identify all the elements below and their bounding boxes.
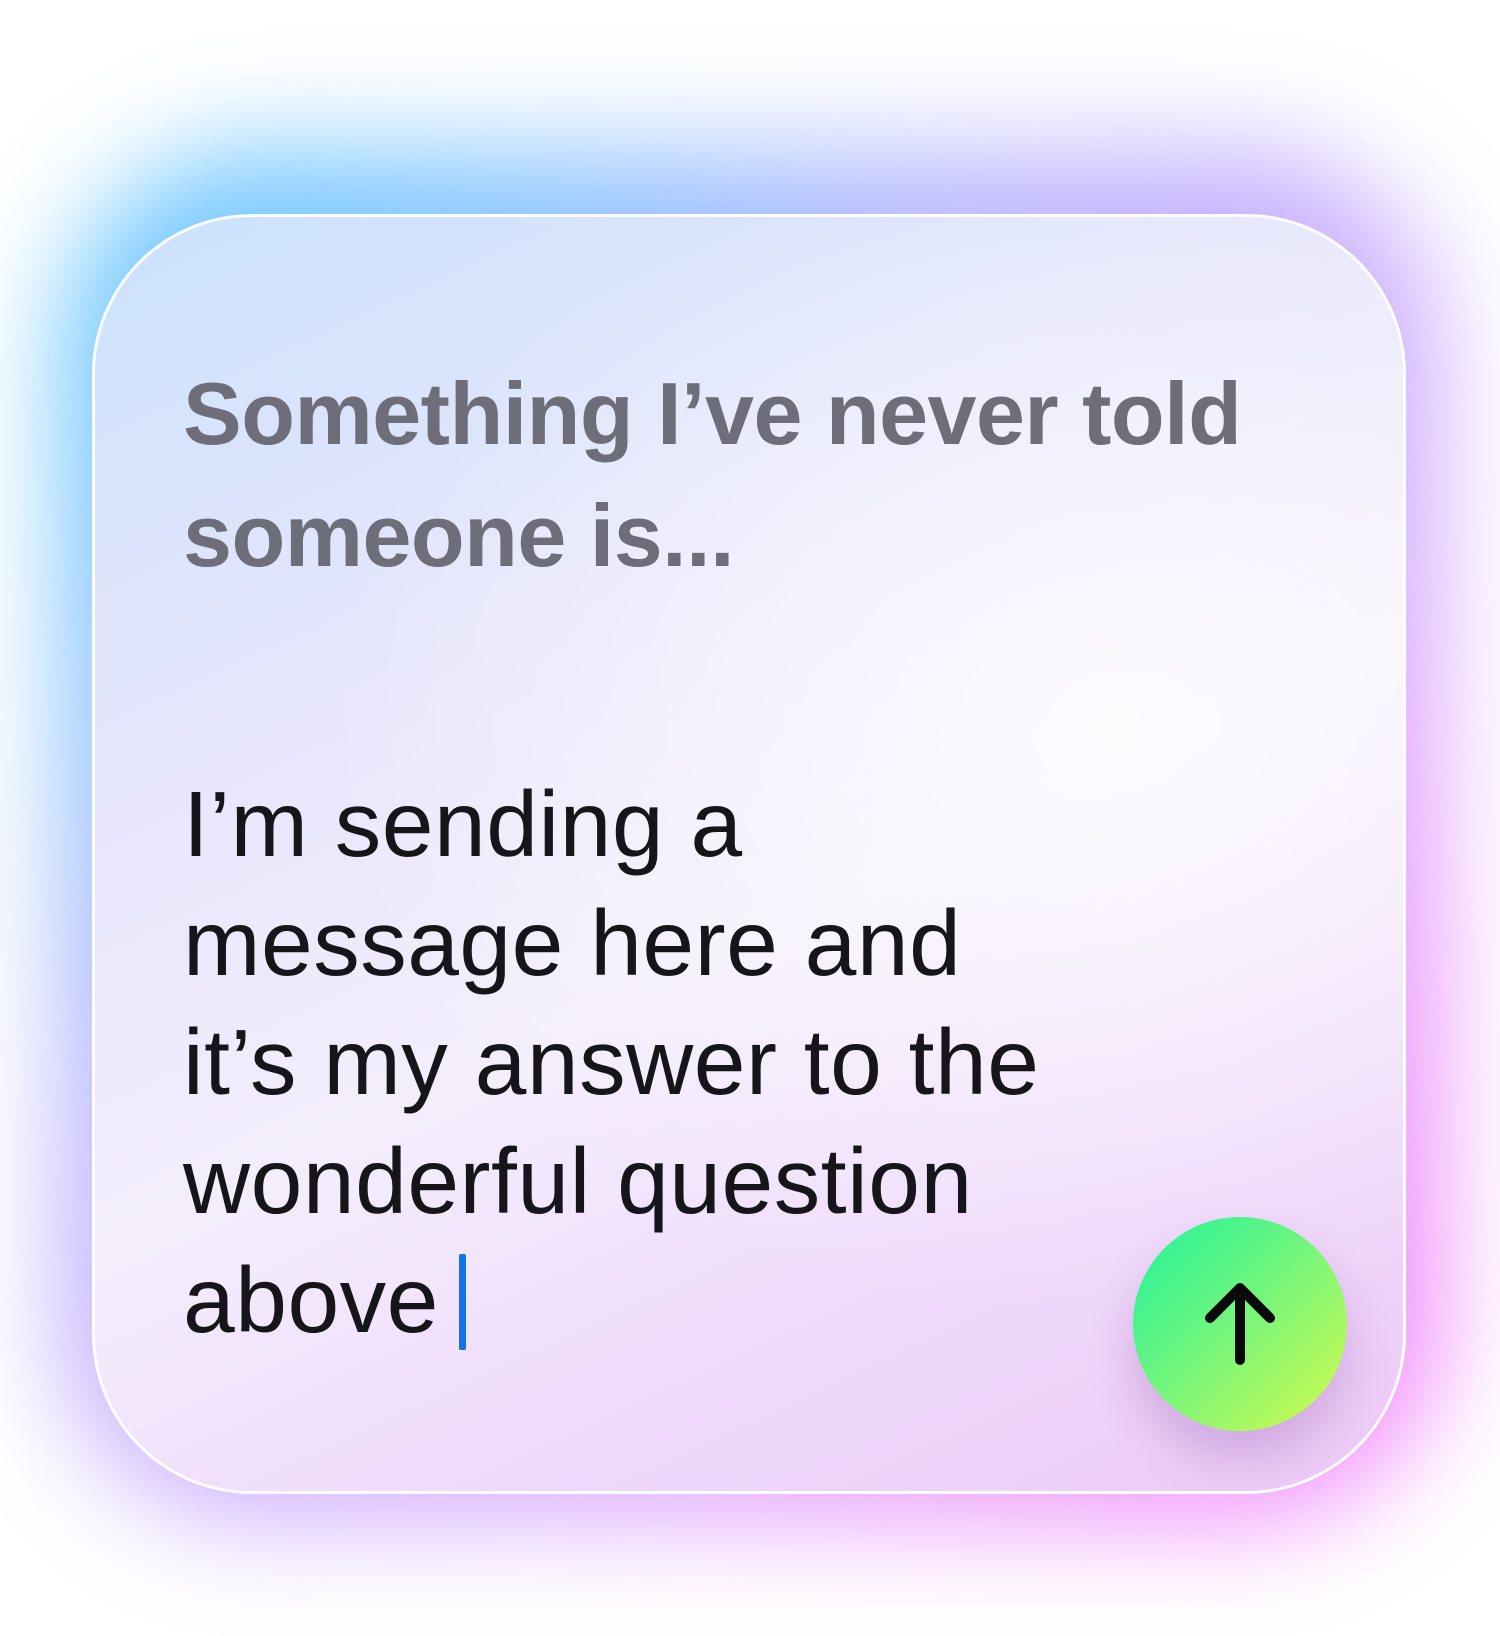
- prompt-card: Something I’ve never told someone is... …: [92, 214, 1406, 1494]
- question-text: Something I’ve never told someone is...: [183, 364, 1242, 585]
- answer-text: I’m sending a message here and it’s my a…: [183, 772, 1040, 1352]
- text-caret: [458, 1254, 466, 1350]
- answer-input[interactable]: I’m sending a message here and it’s my a…: [183, 765, 1143, 1360]
- arrow-up-icon: [1192, 1276, 1288, 1372]
- send-button[interactable]: [1133, 1217, 1347, 1431]
